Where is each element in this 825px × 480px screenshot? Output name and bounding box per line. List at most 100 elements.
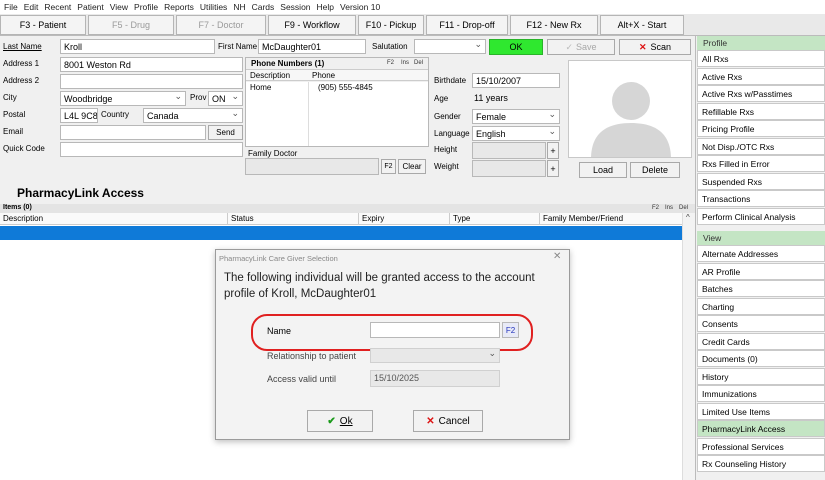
country-select[interactable]: Canada	[143, 108, 243, 123]
panel-item[interactable]: Rxs Filled in Error	[697, 155, 825, 172]
first-name-input[interactable]: McDaughter01	[258, 39, 366, 54]
language-select[interactable]: English	[472, 126, 560, 141]
menu-item[interactable]: Reports	[164, 2, 194, 12]
menu-item[interactable]: File	[4, 2, 18, 12]
fn-tab[interactable]: F5 - Drug	[88, 15, 174, 35]
family-doctor-input[interactable]	[245, 158, 379, 175]
postal-input[interactable]: L4L 9C8	[60, 108, 98, 123]
panel-item[interactable]: Refillable Rxs	[697, 102, 825, 120]
panel-item[interactable]: Documents (0)	[697, 350, 825, 367]
family-doctor-clear-button[interactable]: Clear	[398, 159, 426, 174]
scan-button[interactable]: ✕ Scan	[619, 39, 691, 55]
panel-item[interactable]: Perform Clinical Analysis	[697, 207, 825, 225]
save-button[interactable]: ✓ Save	[547, 39, 615, 55]
items-f2-button[interactable]: F2	[652, 205, 659, 211]
menu-item[interactable]: Session	[280, 2, 310, 12]
items-bar: Items (0) F2 Ins Del	[0, 204, 695, 213]
relationship-select[interactable]	[370, 348, 500, 363]
access-until-input[interactable]: 15/10/2025	[370, 370, 500, 387]
email-input[interactable]	[60, 125, 206, 140]
address2-label: Address 2	[3, 76, 40, 85]
height-input[interactable]	[472, 142, 546, 159]
panel-section-header: Profile	[697, 36, 825, 50]
height-plus-button[interactable]: +	[547, 142, 559, 159]
items-ins-button[interactable]: Ins	[665, 205, 673, 211]
phone-f2-button[interactable]: F2	[387, 60, 394, 66]
last-name-input[interactable]: Kroll	[60, 39, 215, 54]
salutation-select[interactable]	[414, 39, 486, 54]
phone-ins-button[interactable]: Ins	[401, 60, 409, 66]
family-doctor-f2-button[interactable]: F2	[381, 159, 396, 174]
quick-code-input[interactable]	[60, 142, 243, 157]
load-label: Load	[592, 165, 614, 175]
panel-item[interactable]: Transactions	[697, 190, 825, 207]
panel-item[interactable]: Alternate Addresses	[697, 245, 825, 262]
menu-item[interactable]: Cards	[252, 2, 275, 12]
relationship-label: Relationship to patient	[267, 351, 357, 361]
send-button[interactable]: Send	[208, 125, 243, 140]
panel-item[interactable]: PharmacyLink Access	[697, 420, 825, 437]
panel-item[interactable]: Batches	[697, 280, 825, 297]
panel-item[interactable]: Immunizations	[697, 385, 825, 402]
panel-item[interactable]: Suspended Rxs	[697, 172, 825, 190]
fn-tab[interactable]: F11 - Drop-off	[426, 15, 508, 35]
ok-label: OK	[509, 42, 523, 52]
caregiver-name-input[interactable]	[370, 322, 500, 338]
address1-input[interactable]: 8001 Weston Rd	[60, 57, 243, 72]
menu-item[interactable]: Edit	[24, 2, 39, 12]
menu-item[interactable]: Patient	[77, 2, 103, 12]
phone-row[interactable]: Home (905) 555-4845	[246, 82, 428, 94]
menu-item[interactable]: Help	[317, 2, 334, 12]
panel-item[interactable]: Credit Cards	[697, 332, 825, 350]
name-f2-button[interactable]: F2	[502, 322, 519, 338]
city-label: City	[3, 93, 17, 102]
fn-tab[interactable]: F3 - Patient	[0, 15, 86, 35]
panel-item[interactable]: Limited Use Items	[697, 402, 825, 420]
dialog-close-icon[interactable]: ✕	[553, 251, 561, 262]
fn-tab[interactable]: F7 - Doctor	[176, 15, 266, 35]
family-doctor-label: Family Doctor	[248, 149, 298, 158]
panel-item[interactable]: Charting	[697, 297, 825, 315]
address2-input[interactable]	[60, 74, 243, 89]
dialog-ok-button[interactable]: ✔ Ok	[307, 410, 373, 432]
table-scrollbar[interactable]: ^	[682, 213, 695, 480]
load-photo-button[interactable]: Load	[579, 162, 627, 178]
dialog-cancel-button[interactable]: ✕ Cancel	[413, 410, 483, 432]
gender-select[interactable]: Female	[472, 109, 560, 124]
birthdate-input[interactable]: 15/10/2007	[472, 73, 560, 88]
panel-item[interactable]: Active Rxs w/Passtimes	[697, 85, 825, 102]
prov-select[interactable]: ON	[208, 91, 243, 106]
menu-item[interactable]: Profile	[134, 2, 158, 12]
weight-plus-button[interactable]: +	[547, 160, 559, 177]
phone-del-button[interactable]: Del	[414, 60, 423, 66]
items-del-button[interactable]: Del	[679, 205, 688, 211]
panel-item[interactable]: Consents	[697, 315, 825, 332]
patient-photo	[568, 60, 692, 158]
city-select[interactable]: Woodbridge	[60, 91, 186, 106]
selected-table-row[interactable]	[0, 226, 682, 240]
age-label: Age	[434, 94, 449, 103]
fn-tab[interactable]: F12 - New Rx	[510, 15, 598, 35]
panel-item[interactable]: Rx Counseling History	[697, 455, 825, 472]
delete-label: Delete	[641, 165, 668, 175]
menu-item[interactable]: Utilities	[200, 2, 227, 12]
fn-tab[interactable]: Alt+X - Start	[600, 15, 684, 35]
delete-photo-button[interactable]: Delete	[630, 162, 680, 178]
panel-item[interactable]: History	[697, 367, 825, 385]
ok-button[interactable]: OK	[489, 39, 543, 55]
menu-item[interactable]: View	[110, 2, 128, 12]
col-divider	[227, 213, 228, 225]
weight-input[interactable]	[472, 160, 546, 177]
panel-item[interactable]: Professional Services	[697, 437, 825, 455]
panel-item[interactable]: Pricing Profile	[697, 120, 825, 137]
panel-item[interactable]: Active Rxs	[697, 67, 825, 85]
panel-item[interactable]: Not Disp./OTC Rxs	[697, 137, 825, 155]
fn-tab[interactable]: F9 - Workflow	[268, 15, 356, 35]
panel-item[interactable]: AR Profile	[697, 262, 825, 280]
panel-item[interactable]: All Rxs	[697, 50, 825, 67]
menu-item[interactable]: Recent	[44, 2, 71, 12]
menu-item[interactable]: NH	[233, 2, 245, 12]
scroll-up-icon[interactable]: ^	[686, 213, 690, 222]
fn-tab[interactable]: F10 - Pickup	[358, 15, 424, 35]
menu-item[interactable]: Version 10	[340, 2, 380, 12]
